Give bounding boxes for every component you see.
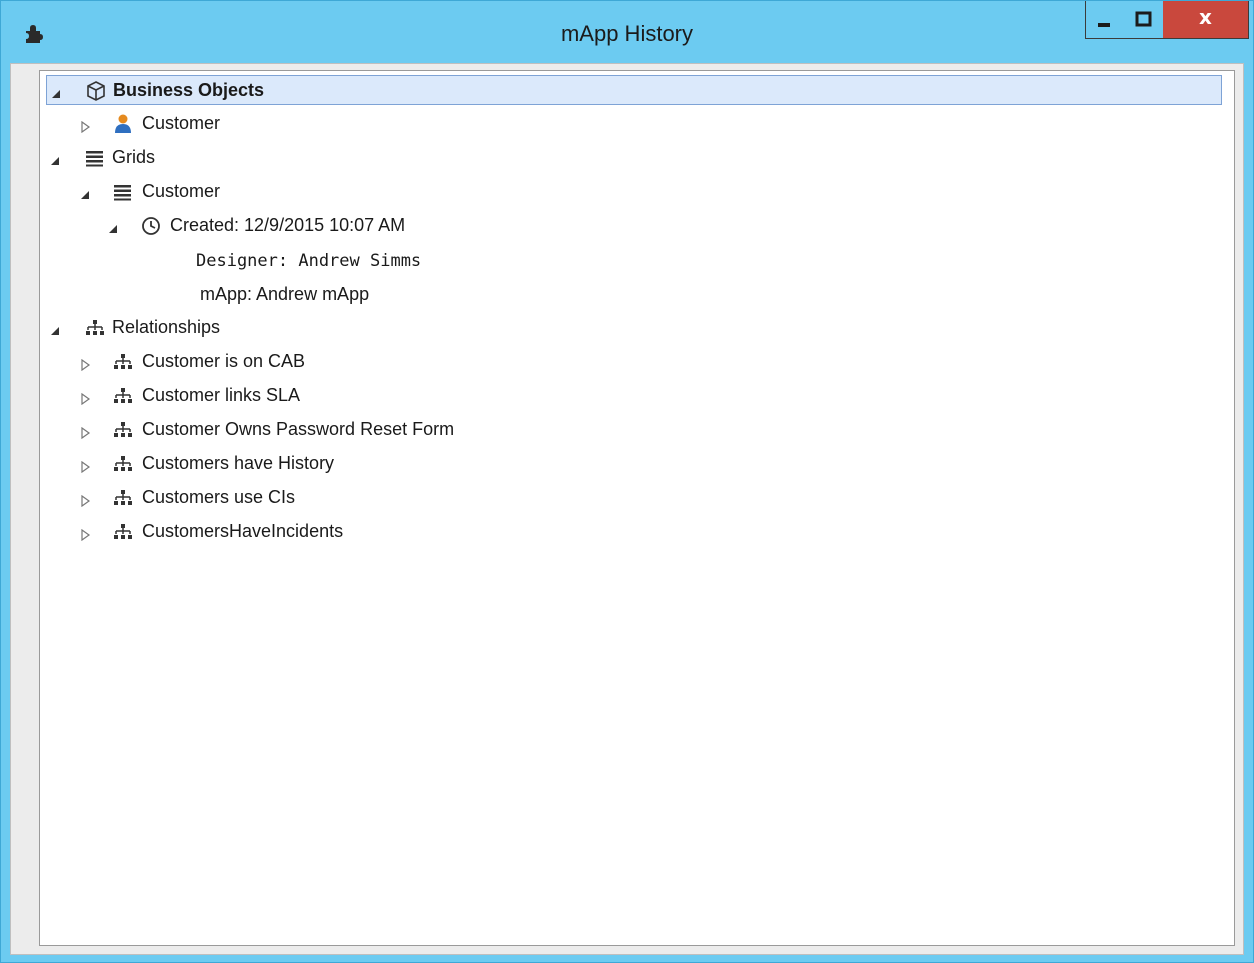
tree-node-label: Grids — [112, 147, 156, 167]
tree-node-label: Customers use CIs — [142, 487, 296, 507]
tree-node-label: Customer links SLA — [142, 385, 301, 405]
client-area: Business Objects Customer Grids Customer… — [10, 63, 1244, 955]
tree-node-business-objects[interactable]: Business Objects — [46, 75, 1222, 105]
hierarchy-icon — [112, 351, 134, 373]
history-tree[interactable]: Business Objects Customer Grids Customer… — [39, 70, 1235, 946]
maximize-button[interactable] — [1124, 1, 1164, 39]
grid-lines-icon — [84, 147, 106, 169]
expand-arrow-icon[interactable] — [80, 118, 92, 134]
collapse-arrow-icon[interactable] — [108, 220, 120, 233]
tree-node-relationship[interactable]: CustomersHaveIncidents — [46, 517, 1222, 547]
tree-node-label: Designer: Andrew Simms — [196, 251, 422, 271]
title-bar[interactable]: mApp History x — [1, 1, 1253, 63]
tree-node-grids[interactable]: Grids — [46, 143, 1222, 173]
collapse-arrow-icon[interactable] — [50, 322, 62, 335]
tree-node-label: Relationships — [112, 317, 221, 337]
hierarchy-icon — [112, 487, 134, 509]
tree-node-label: Customer — [142, 181, 221, 201]
collapse-arrow-icon[interactable] — [50, 152, 62, 165]
window-title: mApp History — [560, 21, 694, 46]
tree-node-relationship[interactable]: Customer Owns Password Reset Form — [46, 415, 1222, 445]
expand-arrow-icon[interactable] — [80, 458, 92, 474]
tree-node-label: mApp: Andrew mApp — [200, 284, 370, 304]
expand-arrow-icon[interactable] — [80, 492, 92, 508]
expand-arrow-icon[interactable] — [80, 526, 92, 542]
hierarchy-icon — [112, 453, 134, 475]
expand-arrow-icon[interactable] — [80, 424, 92, 440]
expand-arrow-icon[interactable] — [80, 390, 92, 406]
tree-node-created[interactable]: Created: 12/9/2015 10:07 AM — [46, 211, 1222, 241]
tree-node-relationships[interactable]: Relationships — [46, 313, 1222, 343]
clock-icon — [140, 215, 162, 237]
minimize-button[interactable] — [1085, 1, 1125, 39]
tree-node-relationship[interactable]: Customer links SLA — [46, 381, 1222, 411]
tree-node-designer[interactable]: Designer: Andrew Simms — [46, 247, 1222, 277]
tree-node-mapp[interactable]: mApp: Andrew mApp — [46, 280, 1222, 310]
tree-node-label: Customer — [142, 113, 221, 133]
mapp-history-window: mApp History x Business Objects Customer… — [0, 0, 1254, 963]
collapse-arrow-icon[interactable] — [80, 186, 92, 199]
tree-node-relationship[interactable]: Customer is on CAB — [46, 347, 1222, 377]
tree-node-relationship[interactable]: Customers have History — [46, 449, 1222, 479]
cube-icon — [85, 80, 107, 102]
tree-node-customer-object[interactable]: Customer — [46, 109, 1222, 139]
tree-node-relationship[interactable]: Customers use CIs — [46, 483, 1222, 513]
tree-node-label: Customers have History — [142, 453, 335, 473]
user-icon — [112, 113, 134, 135]
expand-arrow-icon[interactable] — [80, 356, 92, 372]
tree-node-label: Business Objects — [113, 80, 265, 100]
hierarchy-icon — [112, 521, 134, 543]
collapse-arrow-icon[interactable] — [51, 85, 63, 98]
grid-lines-icon — [112, 181, 134, 203]
close-label: x — [1199, 5, 1212, 29]
close-button[interactable]: x — [1163, 1, 1249, 39]
hierarchy-icon — [112, 385, 134, 407]
tree-node-label: CustomersHaveIncidents — [142, 521, 344, 541]
tree-node-label: Created: 12/9/2015 10:07 AM — [170, 215, 406, 235]
tree-node-label: Customer Owns Password Reset Form — [142, 419, 455, 439]
hierarchy-icon — [84, 317, 106, 339]
tree-node-label: Customer is on CAB — [142, 351, 306, 371]
hierarchy-icon — [112, 419, 134, 441]
tree-node-grid-customer[interactable]: Customer — [46, 177, 1222, 207]
